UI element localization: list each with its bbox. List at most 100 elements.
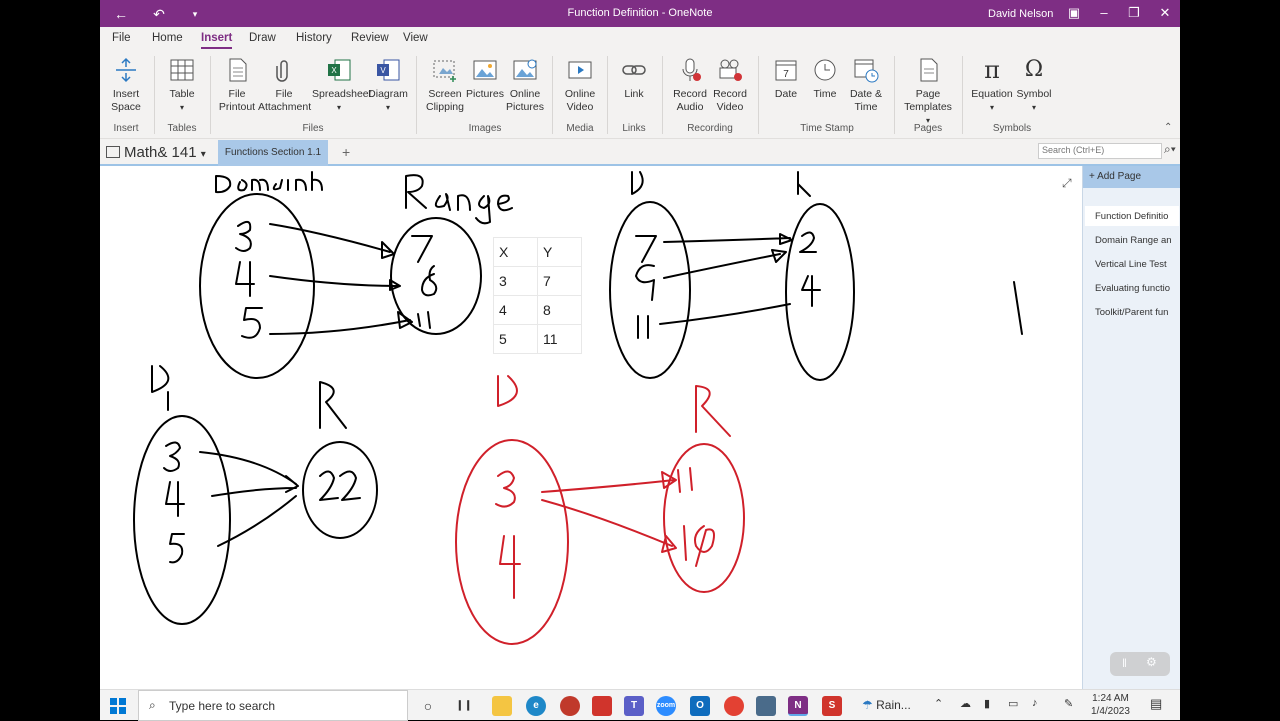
search-icon[interactable]: ⌕▾ (1164, 142, 1176, 157)
taskbar-search-input[interactable]: ⌕ Type here to search (138, 690, 408, 721)
link-button[interactable]: Link (614, 56, 654, 101)
app-icon[interactable] (756, 696, 776, 716)
chrome-icon[interactable] (724, 696, 744, 716)
file-printout-button[interactable]: File Printout (218, 56, 256, 114)
date-time-icon (854, 59, 879, 83)
add-section-icon[interactable]: + (342, 144, 350, 160)
zoom-icon[interactable]: zoom (656, 696, 676, 716)
office-icon[interactable] (592, 696, 612, 716)
symbol-button[interactable]: Ω Symbol ▾ (1014, 56, 1054, 114)
task-view-icon[interactable]: ❙❙ (454, 696, 474, 716)
app-icon[interactable]: S (822, 696, 842, 716)
tab-home[interactable]: Home (152, 32, 183, 44)
diagram-button[interactable]: V Diagram ▾ (368, 56, 408, 114)
windows-start-icon[interactable] (110, 698, 126, 714)
outlook-icon[interactable]: O (690, 696, 710, 716)
teams-icon[interactable]: T (624, 696, 644, 716)
system-clock[interactable]: 1:24 AM 1/4/2023 (1091, 692, 1130, 718)
settings-icon[interactable]: ⚙ (1146, 655, 1157, 669)
cortana-icon[interactable]: ○ (418, 696, 438, 716)
onedrive-icon[interactable]: ☁ (960, 697, 971, 710)
screen-clipping-label: Screen Clipping (426, 88, 464, 113)
edge-icon[interactable]: e (526, 696, 546, 716)
ink-drawing (133, 171, 1023, 645)
group-label-media: Media (566, 123, 594, 134)
weather-widget[interactable]: ☂ Rain... (862, 698, 911, 712)
pictures-button[interactable]: Pictures (466, 56, 504, 101)
tab-insert[interactable]: Insert (201, 32, 233, 49)
record-video-button[interactable]: Record Video (710, 56, 750, 114)
video-overlay-controls[interactable]: ‖ ⚙ (1110, 652, 1170, 676)
record-audio-button[interactable]: Record Audio (670, 56, 710, 114)
page-templates-button[interactable]: Page Templates ▾ (902, 56, 954, 127)
volume-icon[interactable]: ♪ (1032, 697, 1038, 709)
file-printout-label: File Printout (218, 88, 256, 113)
notebook-name: Math& 141 (124, 144, 197, 161)
svg-text:X: X (331, 66, 337, 75)
restore-icon[interactable]: ❐ (1121, 3, 1147, 23)
page-item-function-definition[interactable]: Function Definitio (1085, 206, 1179, 226)
symbol-label: Symbol (1016, 88, 1052, 100)
user-name[interactable]: David Nelson (988, 8, 1053, 20)
pictures-label: Pictures (466, 88, 504, 100)
tab-draw[interactable]: Draw (249, 32, 276, 44)
battery-icon[interactable]: ▭ (1008, 697, 1018, 710)
clock-icon (814, 59, 836, 81)
page-item-domain-range[interactable]: Domain Range an (1085, 230, 1179, 250)
app-icon[interactable] (560, 696, 580, 716)
page-item-vertical-line-test[interactable]: Vertical Line Test (1085, 254, 1179, 274)
tab-history[interactable]: History (296, 32, 332, 44)
minimize-icon[interactable]: – (1091, 3, 1117, 23)
show-hidden-icons[interactable]: ⌃ (934, 697, 943, 710)
table-cell: 7 (537, 266, 582, 296)
tab-view[interactable]: View (403, 32, 428, 44)
pi-icon: π (984, 56, 1000, 84)
group-separator (154, 56, 155, 134)
online-video-button[interactable]: Online Video (560, 56, 600, 114)
date-time-button[interactable]: Date & Time (844, 56, 888, 114)
add-page-button[interactable]: + Add Page (1083, 166, 1180, 188)
onenote-icon[interactable]: N (788, 696, 808, 716)
spreadsheet-button[interactable]: X Spreadsheet ▾ (312, 56, 372, 114)
expand-icon[interactable]: ⤢ (1062, 176, 1072, 191)
page-canvas[interactable]: X Y 3 7 4 8 5 11 ⤢ (100, 166, 1082, 689)
umbrella-icon: ☂ (862, 698, 873, 712)
group-label-files: Files (302, 123, 324, 134)
screen-clipping-button[interactable]: Screen Clipping (424, 56, 466, 114)
pause-icon[interactable]: ‖ (1122, 656, 1127, 670)
link-label: Link (624, 88, 644, 100)
page-item-toolkit-parent[interactable]: Toolkit/Parent fun (1085, 302, 1179, 322)
tab-file[interactable]: File (112, 32, 131, 44)
plus-icon: + (1089, 171, 1098, 182)
svg-text:7: 7 (783, 69, 789, 80)
table-header-row: X Y (493, 237, 582, 267)
file-attachment-button[interactable]: File Attachment (258, 56, 311, 114)
ribbon-display-icon[interactable]: ▣ (1061, 3, 1087, 23)
record-audio-label: Record Audio (673, 88, 707, 113)
group-label-insert: Insert (113, 123, 139, 134)
file-explorer-icon[interactable] (492, 696, 512, 716)
equation-button[interactable]: π Equation ▾ (970, 56, 1014, 114)
notifications-icon[interactable]: ▤ (1150, 696, 1162, 712)
notebook-selector[interactable]: Math& 141 ▾ (106, 144, 206, 161)
page-item-evaluating-functions[interactable]: Evaluating functio (1085, 278, 1179, 298)
video-camera-icon (719, 59, 742, 81)
time-button[interactable]: Time (806, 56, 844, 101)
page-list-pane: + Add Page Function Definitio Domain Ran… (1082, 166, 1180, 689)
insert-space-button[interactable]: Insert Space (108, 56, 144, 114)
section-tab[interactable]: Functions Section 1.1 (218, 140, 328, 166)
table-button[interactable]: Table ▾ (162, 56, 202, 114)
tab-review[interactable]: Review (351, 32, 389, 44)
search-input[interactable]: Search (Ctrl+E) (1038, 143, 1162, 159)
windows-logo-icon (110, 698, 126, 714)
group-label-links: Links (622, 123, 646, 134)
microphone-icon[interactable]: ▮ (984, 697, 990, 710)
online-pictures-button[interactable]: Online Pictures (504, 56, 546, 114)
collapse-ribbon-icon[interactable]: ⌃ (1164, 122, 1172, 133)
table-row: 4 8 (493, 295, 582, 325)
title-bar: ← ↶ ▾ Function Definition - OneNote Davi… (100, 0, 1180, 27)
group-separator (607, 56, 608, 134)
pen-icon[interactable]: ✎ (1064, 697, 1073, 710)
close-icon[interactable]: ✕ (1152, 3, 1178, 23)
date-button[interactable]: 7 Date (766, 56, 806, 101)
